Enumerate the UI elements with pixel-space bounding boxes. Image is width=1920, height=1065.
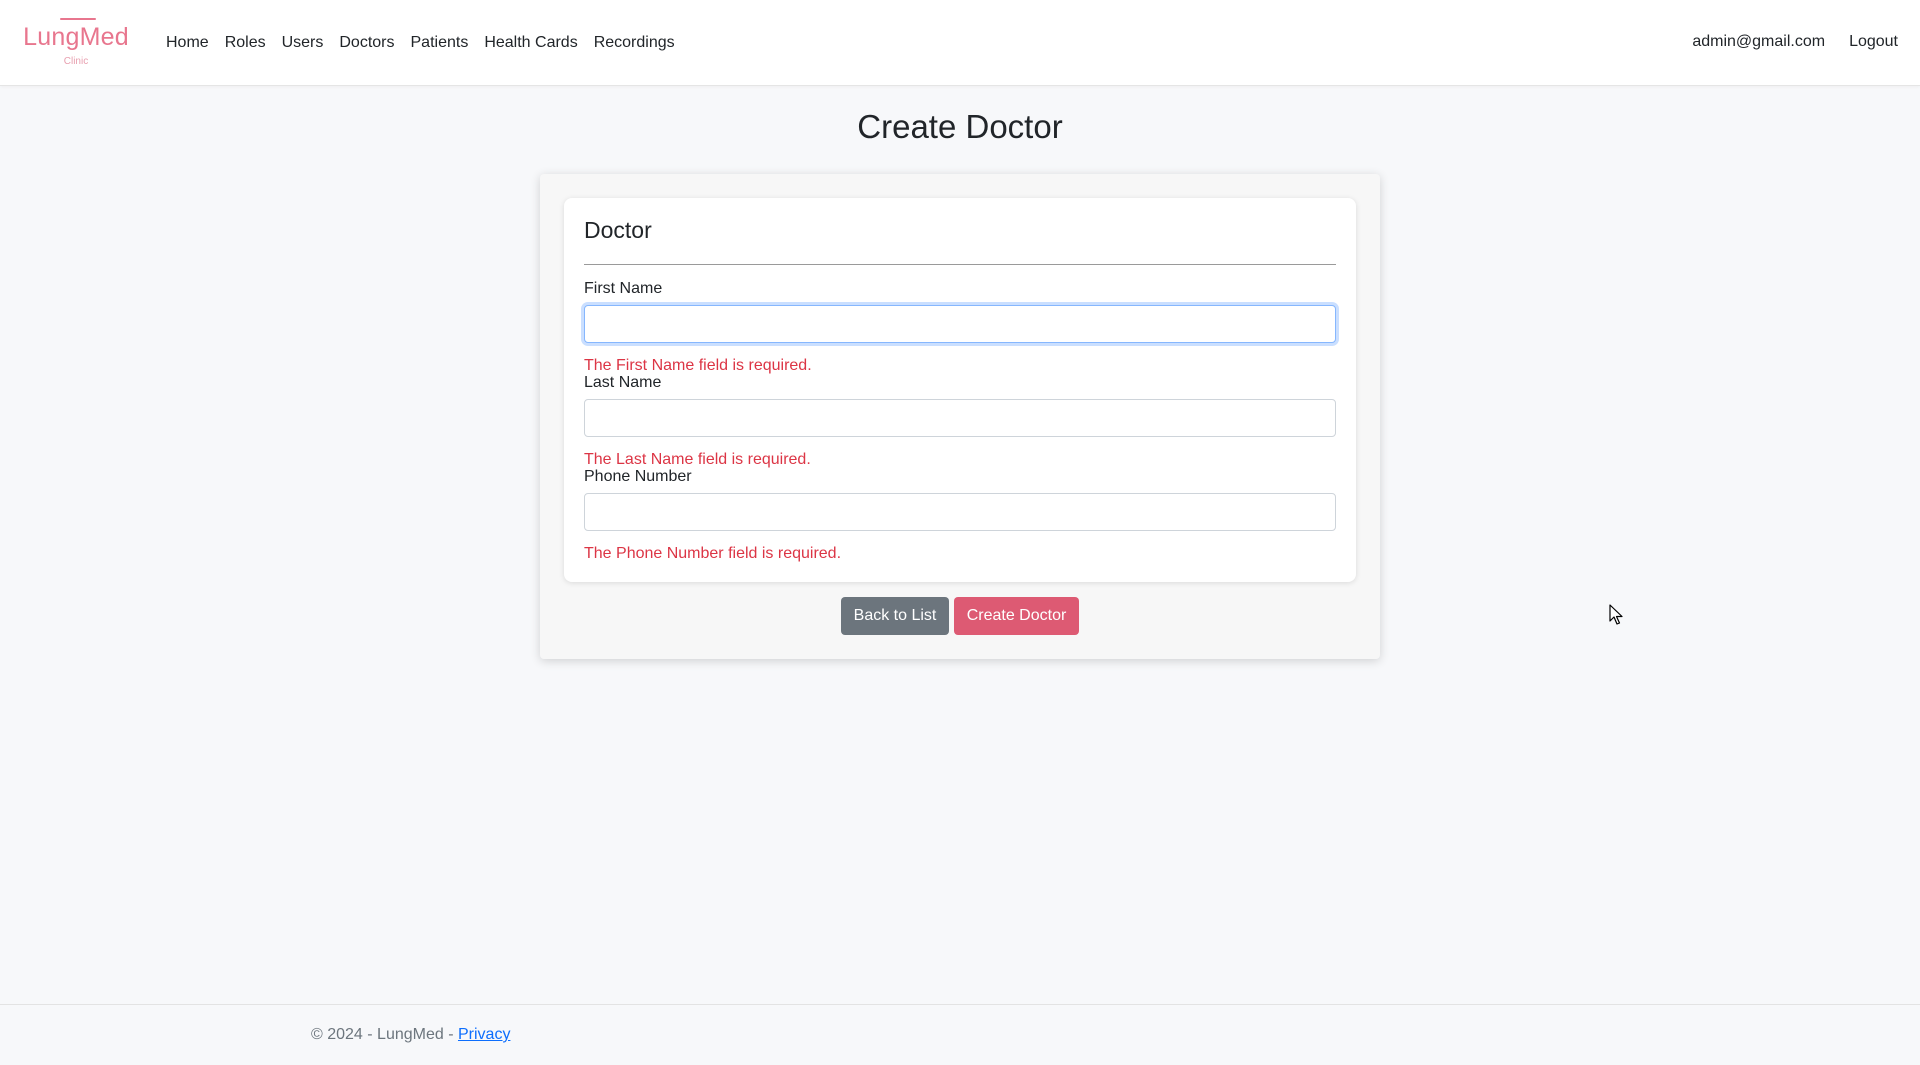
nav-doctors[interactable]: Doctors xyxy=(331,33,402,53)
phone-number-label: Phone Number xyxy=(584,468,692,485)
brand-subtitle: Clinic xyxy=(63,56,89,67)
back-to-list-button[interactable]: Back to List xyxy=(841,597,949,635)
logout-link[interactable]: Logout xyxy=(1841,32,1906,52)
user-nav: admin@gmail.com Logout xyxy=(1684,0,1906,84)
brand-name: LungMed xyxy=(23,23,129,51)
main-nav: Home Roles Users Doctors Patients Health… xyxy=(158,0,683,86)
copyright-text: © 2024 - LungMed - xyxy=(311,1026,458,1043)
section-divider xyxy=(584,264,1336,265)
phone-number-input[interactable] xyxy=(584,493,1336,531)
brand-logo[interactable]: LungMed Clinic xyxy=(20,16,132,70)
last-name-error: The Last Name field is required. xyxy=(584,451,811,468)
nav-patients[interactable]: Patients xyxy=(403,33,477,53)
create-doctor-form: Doctor First Name The First Name field i… xyxy=(540,174,1380,659)
first-name-input[interactable] xyxy=(584,305,1336,343)
nav-recordings[interactable]: Recordings xyxy=(586,33,683,53)
last-name-label: Last Name xyxy=(584,374,662,391)
first-name-error: The First Name field is required. xyxy=(584,357,812,374)
brand-logo-line xyxy=(60,18,96,20)
top-navbar: LungMed Clinic Home Roles Users Doctors … xyxy=(0,0,1920,86)
page-footer: © 2024 - LungMed - Privacy xyxy=(0,1004,1920,1065)
first-name-label: First Name xyxy=(584,280,663,297)
nav-home[interactable]: Home xyxy=(158,33,217,53)
last-name-input[interactable] xyxy=(584,399,1336,437)
privacy-link[interactable]: Privacy xyxy=(458,1026,510,1043)
nav-users[interactable]: Users xyxy=(274,33,332,53)
nav-health-cards[interactable]: Health Cards xyxy=(476,33,585,53)
user-email-link[interactable]: admin@gmail.com xyxy=(1684,32,1833,52)
footer-text: © 2024 - LungMed - Privacy xyxy=(311,1026,510,1044)
phone-number-error: The Phone Number field is required. xyxy=(584,545,842,562)
nav-roles[interactable]: Roles xyxy=(217,33,274,53)
page-title: Create Doctor xyxy=(857,108,1063,145)
mouse-pointer-icon xyxy=(1609,604,1623,625)
doctor-form-card: Doctor First Name The First Name field i… xyxy=(564,198,1356,582)
form-section-title: Doctor xyxy=(584,217,652,243)
create-doctor-button[interactable]: Create Doctor xyxy=(954,597,1079,635)
